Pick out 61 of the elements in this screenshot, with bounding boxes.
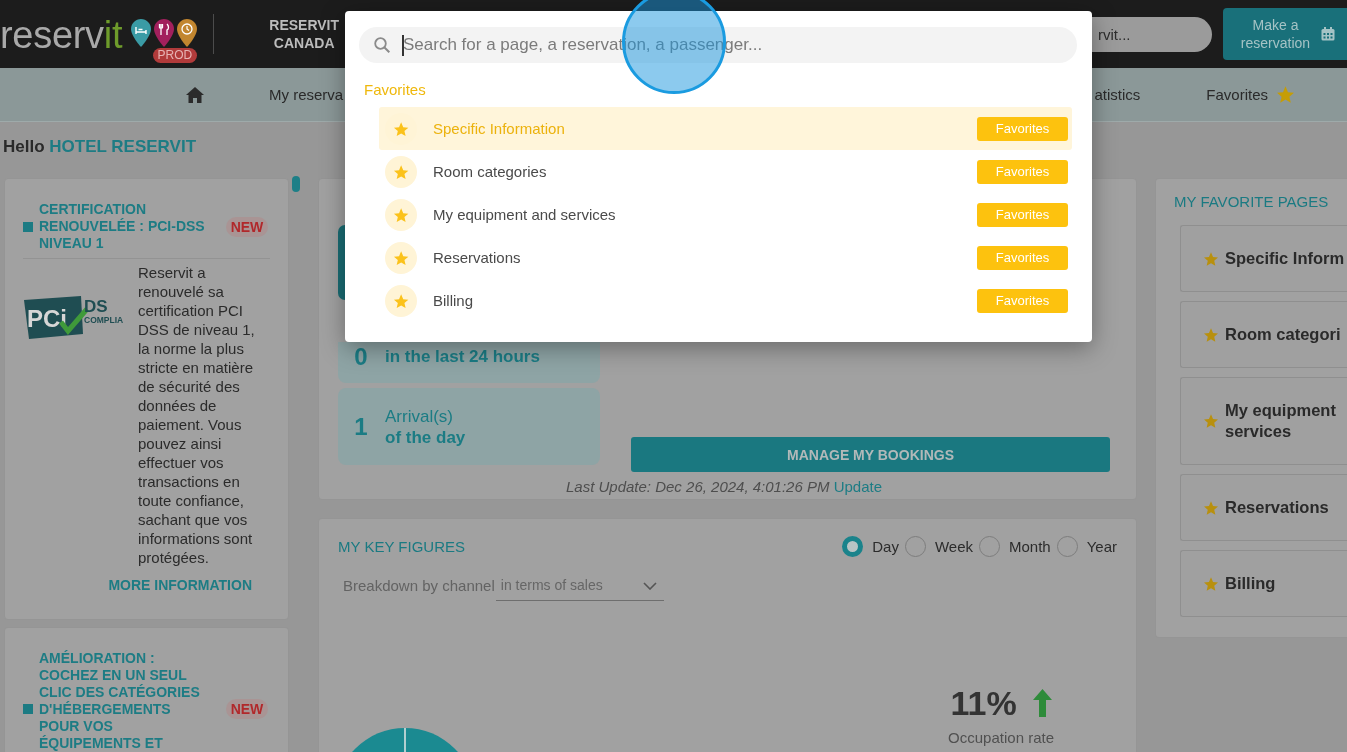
star-icon <box>1204 251 1218 266</box>
occupation-value: 11% <box>950 686 1017 720</box>
chevron-down-icon <box>642 581 657 590</box>
greeting-text: Hello HOTEL RESERVIT <box>3 137 197 157</box>
category-tag: Favorites <box>977 116 1068 141</box>
stat-label: Arrival(s) <box>385 405 454 427</box>
make-reservation-button[interactable]: Make a reservation <box>1223 8 1347 60</box>
search-result[interactable]: Room categories Favorites <box>379 150 1072 193</box>
bullet-icon <box>23 221 33 232</box>
star-icon <box>1277 86 1294 103</box>
category-tag: Favorites <box>977 245 1068 270</box>
star-icon <box>1204 414 1218 428</box>
section-title: MY FAVORITE PAGES <box>1174 193 1330 211</box>
account-name: RESERVIT CANADA <box>268 16 341 52</box>
favorite-page-link[interactable]: Room categori <box>1180 301 1347 368</box>
clock-pin-icon <box>177 19 198 47</box>
star-icon <box>1204 576 1218 591</box>
environment-badge: PROD <box>152 48 198 63</box>
star-icon <box>1204 500 1218 515</box>
favorite-page-link[interactable]: Specific Inform <box>1180 225 1347 292</box>
nav-link[interactable]: My reserva <box>269 86 344 103</box>
radio-button[interactable] <box>842 535 864 557</box>
search-field[interactable]: rvit... <box>1092 16 1212 52</box>
stat-count: 0 <box>353 342 369 371</box>
search-icon <box>374 37 390 53</box>
search-result[interactable]: Reservations Favorites <box>379 236 1072 279</box>
category-tag: Favorites <box>977 159 1068 184</box>
radio-label[interactable]: Year <box>1086 537 1117 555</box>
nav-link[interactable]: Favorites <box>1206 86 1294 103</box>
bed-pin-icon <box>131 19 152 47</box>
last-update-text: Last Update: Dec 26, 2024, 4:01:26 PM <box>565 478 830 495</box>
bullet-icon <box>23 704 33 714</box>
brand-name: reservit <box>0 16 123 54</box>
search-result[interactable]: My equipment and services Favorites <box>379 193 1072 236</box>
scrollbar-thumb[interactable] <box>292 176 300 192</box>
stat-detail: of the day <box>385 426 466 448</box>
home-icon[interactable] <box>186 86 204 103</box>
news-title: CERTIFICATION RENOUVELÉE : PCI-DSS NIVEAU 1 <box>39 201 206 252</box>
new-badge: NEW <box>226 699 268 719</box>
section-title: MY KEY FIGURES <box>338 537 465 555</box>
radio-label[interactable]: Month <box>1009 537 1051 555</box>
breakdown-label: Breakdown by channel <box>343 577 495 595</box>
radio-label[interactable]: Day <box>872 537 899 555</box>
search-result[interactable]: Billing Favorites <box>379 279 1072 322</box>
news-text: Reservit a renouvelé sa certification PCI DSS de niveau 1, la norme la plus stricte en matière de sécurité des données de paiement. Vous pouvez ainsi effectuer vos transactions en toute confiance, sachant que vos informations sont protégées. <box>138 263 256 567</box>
radio-label[interactable]: Week <box>934 537 973 555</box>
news-title: AMÉLIORATION : COCHEZ EN UN SEUL CLIC DES CATÉGORIES D'HÉBERGEMENTS POUR VOS ÉQUIPEMENTS ET <box>39 650 201 752</box>
nav-link[interactable]: atistics <box>1094 86 1141 103</box>
favorite-page-link[interactable]: Reservations <box>1180 474 1347 541</box>
fork-knife-pin-icon <box>154 19 175 47</box>
stat-detail: in the last 24 hours <box>385 346 540 367</box>
calendar-icon <box>1321 27 1335 41</box>
section-label: Favorites <box>364 81 427 98</box>
new-badge: NEW <box>226 216 268 237</box>
stat-count: 1 <box>353 412 369 441</box>
star-icon <box>1204 327 1218 342</box>
category-tag: Favorites <box>977 202 1068 227</box>
favorite-page-link[interactable]: My equipment services <box>1180 377 1347 465</box>
favorite-page-link[interactable]: Billing <box>1180 550 1347 617</box>
occupation-label: Occupation rate <box>948 729 1054 747</box>
category-tag: Favorites <box>977 288 1068 313</box>
